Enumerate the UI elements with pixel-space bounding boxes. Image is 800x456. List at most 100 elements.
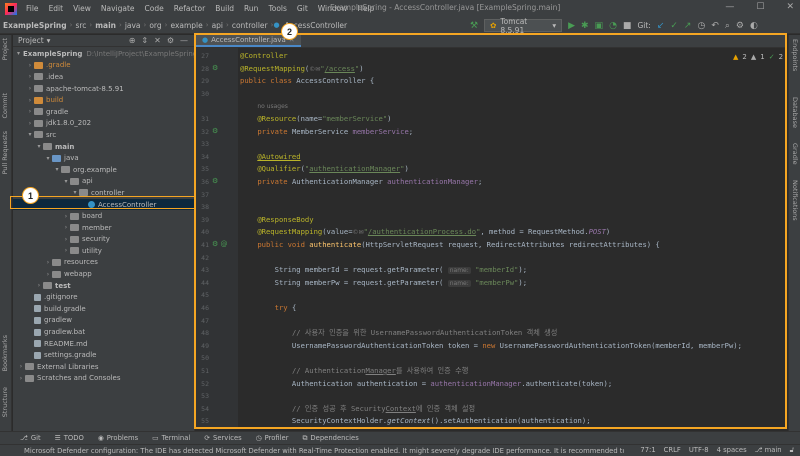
tree-item[interactable]: › utility <box>13 245 194 257</box>
chevron-right-icon[interactable]: › <box>44 271 52 278</box>
close-panel-icon[interactable]: ✕ <box>154 36 161 45</box>
tool-todo[interactable]: ☰ TODO <box>55 434 84 442</box>
tree-item[interactable]: ▾ api <box>13 176 194 188</box>
indent-setting[interactable]: 4 spaces <box>717 446 747 455</box>
search-everywhere-icon[interactable]: ⌕ <box>725 21 730 31</box>
tree-item[interactable]: › .gradle <box>13 60 194 72</box>
status-message[interactable]: Microsoft Defender configuration: The ID… <box>24 447 624 455</box>
tree-item[interactable]: gradlew.bat <box>13 326 194 338</box>
breadcrumb-org[interactable]: org <box>146 21 164 30</box>
tree-item[interactable]: gradlew <box>13 315 194 327</box>
tree-item[interactable]: AccessController <box>13 198 194 211</box>
chevron-right-icon[interactable]: › <box>26 108 34 115</box>
tree-item[interactable]: › apache-tomcat-8.5.91 <box>13 83 194 95</box>
chevron-right-icon[interactable]: › <box>62 236 70 243</box>
tree-item[interactable]: › security <box>13 234 194 246</box>
tree-item[interactable]: › resources <box>13 257 194 269</box>
chevron-down-icon[interactable]: ▾ <box>44 155 52 162</box>
chevron-right-icon[interactable]: › <box>62 224 70 231</box>
tree-item[interactable]: › member <box>13 222 194 234</box>
menu-navigate[interactable]: Navigate <box>96 4 140 13</box>
breadcrumb-src[interactable]: src <box>72 21 89 30</box>
tree-item[interactable]: › test <box>13 280 194 292</box>
tree-item[interactable]: ▾ org.example <box>13 164 194 176</box>
tool-profiler[interactable]: ◷ Profiler <box>256 434 289 442</box>
rollback-icon[interactable]: ↶ <box>711 21 719 31</box>
tab-commit[interactable]: Commit <box>1 93 9 119</box>
tab-database[interactable]: Database <box>791 97 799 128</box>
menu-refactor[interactable]: Refactor <box>169 4 210 13</box>
menu-code[interactable]: Code <box>140 4 169 13</box>
account-icon[interactable]: ◐ <box>750 21 758 31</box>
tree-item[interactable]: ▾ src <box>13 129 194 141</box>
tab-project[interactable]: Project <box>1 38 9 60</box>
chevron-right-icon[interactable]: › <box>26 120 34 127</box>
tree-item[interactable]: › External Libraries <box>13 361 194 373</box>
menu-edit[interactable]: Edit <box>44 4 69 13</box>
tree-item[interactable]: .gitignore <box>13 291 194 303</box>
breadcrumb-project[interactable]: ExampleSpring <box>0 21 70 30</box>
chevron-right-icon[interactable]: › <box>17 375 25 382</box>
menu-file[interactable]: File <box>21 4 44 13</box>
tree-item[interactable]: › gradle <box>13 106 194 118</box>
tree-item[interactable]: build.gradle <box>13 303 194 315</box>
tree-item[interactable]: › Scratches and Consoles <box>13 373 194 385</box>
run-configuration-select[interactable]: ✿ Tomcat 8.5.91 ▾ <box>484 17 563 35</box>
git-push-icon[interactable]: ↗ <box>684 21 692 31</box>
menu-build[interactable]: Build <box>210 4 239 13</box>
tree-item[interactable]: ▾ controller <box>13 187 194 199</box>
settings-gear-icon[interactable]: ⚙ <box>736 21 744 31</box>
chevron-right-icon[interactable]: › <box>26 62 34 69</box>
tab-gradle[interactable]: Gradle <box>791 143 799 165</box>
maximize-icon[interactable]: ☐ <box>756 2 764 12</box>
git-branch[interactable]: ⎇ main <box>755 446 782 455</box>
locate-icon[interactable]: ⊕ <box>129 36 136 45</box>
debug-icon[interactable]: ✱ <box>581 21 589 31</box>
tool-problems[interactable]: ◉ Problems <box>98 434 138 442</box>
options-gear-icon[interactable]: ⚙ <box>167 36 174 45</box>
collapse-all-icon[interactable]: ⇕ <box>141 36 148 45</box>
tree-item[interactable]: ▾ ExampleSpring D:\IntelliJProject\Example… <box>13 48 194 60</box>
chevron-down-icon[interactable]: ▾ <box>17 50 20 57</box>
tree-item[interactable]: README.md <box>13 338 194 350</box>
menu-view[interactable]: View <box>68 4 96 13</box>
chevron-down-icon[interactable]: ▾ <box>47 36 51 45</box>
chevron-down-icon[interactable]: ▾ <box>62 178 70 185</box>
tab-notifications[interactable]: Notifications <box>791 180 799 221</box>
tree-item[interactable]: ▾ java <box>13 152 194 164</box>
history-icon[interactable]: ◷ <box>697 21 705 31</box>
tree-item[interactable]: › jdk1.8.0_202 <box>13 118 194 130</box>
chevron-right-icon[interactable]: › <box>17 363 25 370</box>
tree-item[interactable]: › build <box>13 94 194 106</box>
chevron-right-icon[interactable]: › <box>35 282 43 289</box>
chevron-down-icon[interactable]: ▾ <box>26 131 34 138</box>
breadcrumb-controller[interactable]: controller <box>229 21 271 30</box>
menu-run[interactable]: Run <box>239 4 263 13</box>
project-view-label[interactable]: Project <box>18 36 44 45</box>
lock-icon[interactable]: 🔓︎ <box>790 446 794 455</box>
file-encoding[interactable]: UTF-8 <box>689 446 709 455</box>
tool-services[interactable]: ⟳ Services <box>204 434 241 442</box>
chevron-right-icon[interactable]: › <box>62 213 70 220</box>
caret-position[interactable]: 77:1 <box>640 446 655 455</box>
build-hammer-icon[interactable]: ⚒ <box>470 21 478 31</box>
tool-git[interactable]: ⎇ Git <box>20 434 41 442</box>
tree-item[interactable]: ▾ main <box>13 141 194 153</box>
chevron-down-icon[interactable]: ▾ <box>71 189 79 196</box>
git-commit-icon[interactable]: ✓ <box>670 21 678 31</box>
close-icon[interactable]: ✕ <box>786 2 794 12</box>
chevron-right-icon[interactable]: › <box>62 247 70 254</box>
git-update-icon[interactable]: ↙ <box>657 21 665 31</box>
menu-tools[interactable]: Tools <box>263 4 291 13</box>
profile-icon[interactable]: ◔ <box>609 21 617 31</box>
hide-panel-icon[interactable]: — <box>180 36 188 45</box>
tab-structure[interactable]: Structure <box>1 387 9 417</box>
line-separator[interactable]: CRLF <box>664 446 681 455</box>
breadcrumb-api[interactable]: api <box>209 21 226 30</box>
breadcrumb-example[interactable]: example <box>167 21 205 30</box>
tab-pull-requests[interactable]: Pull Requests <box>1 131 9 174</box>
stop-icon[interactable]: ■ <box>623 21 632 31</box>
breadcrumb-main[interactable]: main <box>92 21 119 30</box>
chevron-right-icon[interactable]: › <box>26 73 34 80</box>
tree-item[interactable]: › board <box>13 210 194 222</box>
